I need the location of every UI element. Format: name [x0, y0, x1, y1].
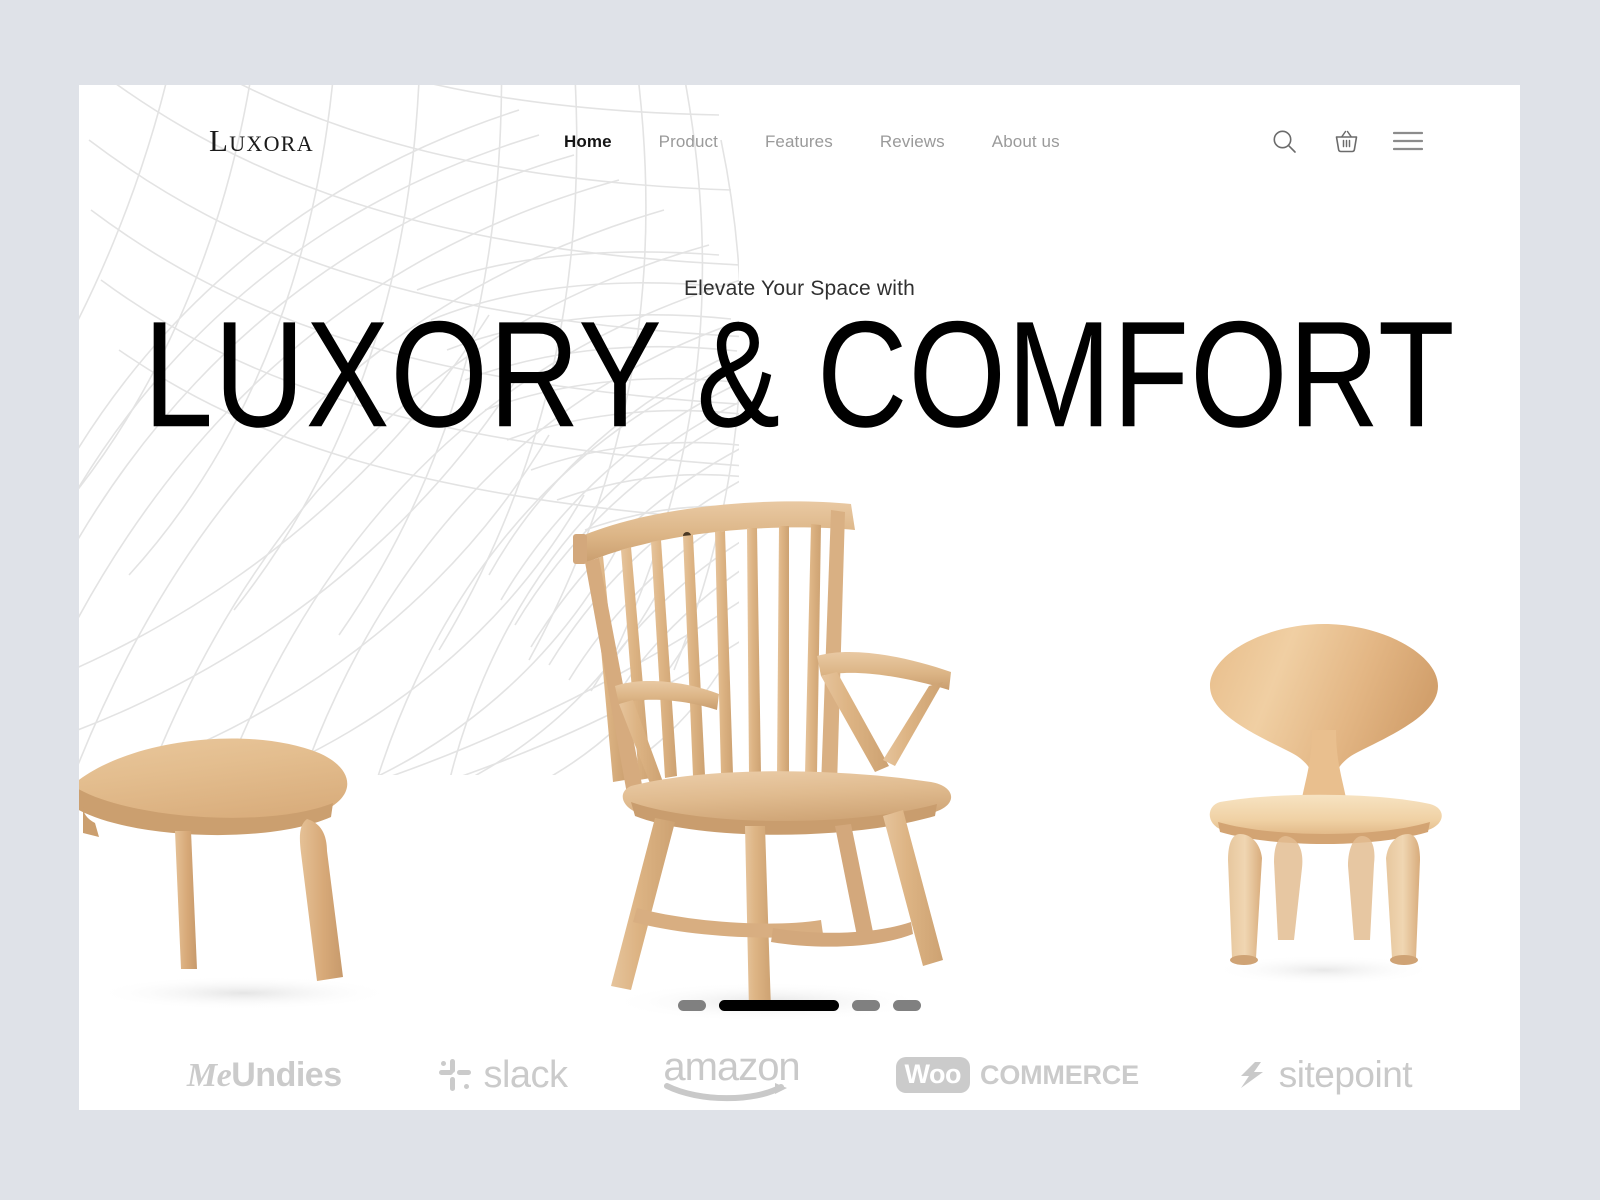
nav-item-features[interactable]: Features: [765, 132, 833, 152]
nav-item-reviews[interactable]: Reviews: [880, 132, 945, 152]
hamburger-menu-icon[interactable]: [1392, 125, 1424, 157]
hero-card: Luxora Home Product Features Reviews Abo…: [79, 85, 1520, 1110]
meundies-logo[interactable]: MeUndies: [187, 1056, 342, 1095]
sitepoint-logo[interactable]: sitepoint: [1235, 1054, 1413, 1096]
woocommerce-logo[interactable]: Woo COMMERCE: [895, 1057, 1139, 1093]
carousel-dot-2[interactable]: [719, 1000, 839, 1011]
hero-headline-text: LUXORY & COMFORT: [143, 290, 1456, 460]
partner-logos: MeUndies slack amazon Woo COMMERCE sitep…: [79, 1040, 1520, 1110]
cart-icon[interactable]: [1330, 125, 1362, 157]
woocommerce-logo-badge: Woo: [895, 1057, 971, 1093]
woocommerce-logo-text: COMMERCE: [980, 1059, 1139, 1090]
slack-hash-icon: [439, 1059, 472, 1091]
slack-logo-text: slack: [483, 1053, 568, 1096]
site-header: Luxora Home Product Features Reviews Abo…: [79, 85, 1520, 203]
nav-item-product[interactable]: Product: [659, 132, 718, 152]
carousel-pagination: [79, 1000, 1520, 1011]
page-root: Luxora Home Product Features Reviews Abo…: [0, 0, 1600, 1200]
wooden-coffee-table[interactable]: [79, 715, 409, 1015]
carousel-dot-3[interactable]: [852, 1000, 880, 1011]
nav-item-home[interactable]: Home: [564, 132, 612, 152]
nav-item-about-us[interactable]: About us: [992, 132, 1060, 152]
hero-headline: LUXORY & COMFORT: [79, 299, 1520, 450]
carousel-dot-4[interactable]: [893, 1000, 921, 1011]
header-actions: [1268, 125, 1424, 157]
meundies-logo-undies: Undies: [231, 1055, 342, 1094]
amazon-logo-text: amazon: [663, 1045, 800, 1089]
slack-logo[interactable]: slack: [437, 1053, 568, 1097]
molded-plywood-side-chair[interactable]: [1194, 610, 1454, 990]
sitepoint-logo-text: sitepoint: [1278, 1054, 1413, 1095]
carousel-dot-1[interactable]: [678, 1000, 706, 1011]
sitepoint-arrow-icon: [1240, 1062, 1263, 1088]
meundies-logo-me: Me: [186, 1056, 232, 1094]
amazon-logo[interactable]: amazon: [663, 1045, 801, 1102]
product-showcase: [79, 415, 1520, 1022]
main-navigation: Home Product Features Reviews About us: [564, 132, 1060, 152]
windsor-spindle-armchair[interactable]: [559, 490, 979, 1030]
brand-logo[interactable]: Luxora: [209, 123, 314, 159]
search-icon[interactable]: [1268, 125, 1300, 157]
